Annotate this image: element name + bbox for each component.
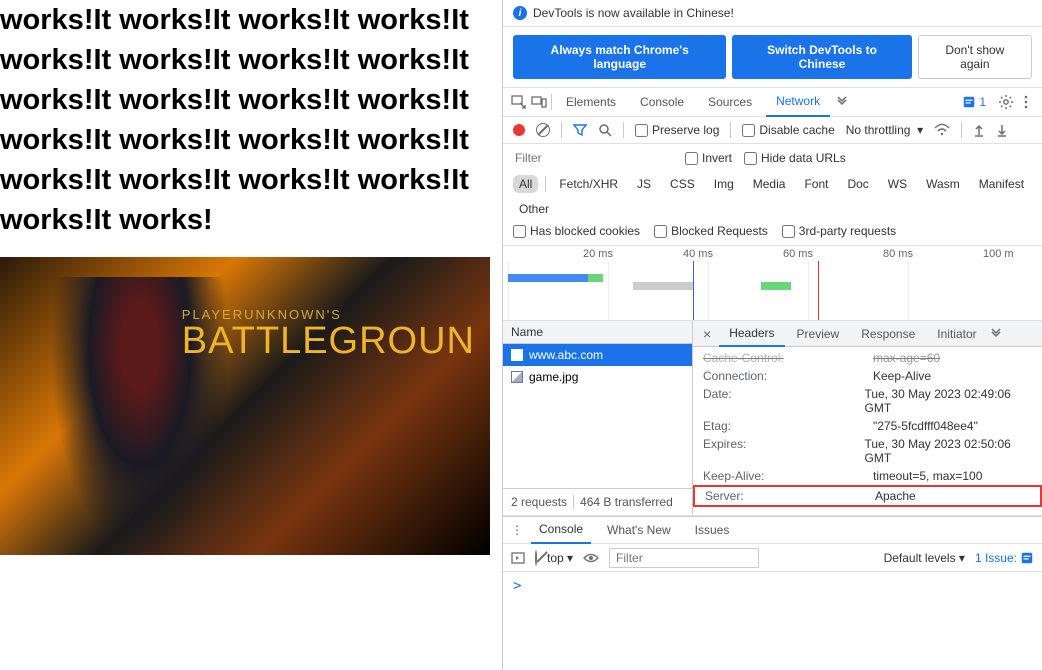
tab-network[interactable]: Network [766,87,830,117]
invert-checkbox[interactable]: Invert [685,151,732,165]
request-status-bar: 2 requests 464 B transferred [503,488,692,515]
switch-chinese-button[interactable]: Switch DevTools to Chinese [732,35,911,79]
dont-show-again-button[interactable]: Don't show again [918,35,1032,79]
image-icon [511,371,523,383]
kebab-icon[interactable] [1018,94,1034,110]
record-icon[interactable] [513,124,525,136]
filter-icon[interactable] [573,123,587,137]
info-icon: i [513,6,527,20]
filter-fetch[interactable]: Fetch/XHR [553,175,624,193]
details-tab-headers[interactable]: Headers [719,321,784,347]
live-expression-icon[interactable] [583,552,599,564]
close-details-icon[interactable]: × [697,326,717,342]
document-icon [511,349,523,361]
header-server-value: Apache [875,489,916,503]
tab-console[interactable]: Console [630,87,694,117]
clear-icon[interactable] [536,123,550,137]
request-name: www.abc.com [529,348,603,362]
network-filter-input[interactable] [513,147,673,169]
always-match-button[interactable]: Always match Chrome's language [513,35,726,79]
preserve-log-checkbox[interactable]: Preserve log [635,123,719,137]
tick-60ms: 60 ms [783,248,813,260]
console-prompt[interactable]: > [503,572,1042,600]
tick-20ms: 20 ms [583,248,613,260]
game-jpg-image: PLAYERUNKNOWN'S BATTLEGROUN [0,257,490,555]
context-select[interactable]: top ▾ [547,551,573,565]
header-connection-value: Keep-Alive [873,369,931,383]
console-filter-input[interactable] [609,548,759,568]
tick-40ms: 40 ms [683,248,713,260]
game-title: BATTLEGROUN [182,322,475,360]
header-keepalive-key: Keep-Alive: [703,469,873,483]
blocked-cookies-checkbox[interactable]: Has blocked cookies [513,224,640,238]
header-server-key: Server: [705,489,875,503]
disable-cache-checkbox[interactable]: Disable cache [742,123,834,137]
language-notice: i DevTools is now available in Chinese! [503,0,1042,27]
download-icon[interactable] [996,123,1008,137]
third-party-checkbox[interactable]: 3rd-party requests [782,224,896,238]
details-more-icon[interactable] [989,327,1003,341]
header-etag-key: Etag: [703,419,873,433]
log-levels-select[interactable]: Default levels ▾ [884,551,965,565]
settings-icon[interactable] [998,94,1014,110]
issues-indicator[interactable]: 1 [962,95,986,109]
request-row-selected[interactable]: www.abc.com [503,344,692,366]
request-details: × Headers Preview Response Initiator Cac… [693,321,1042,515]
filter-font[interactable]: Font [798,175,834,193]
search-icon[interactable] [598,123,612,137]
header-expires-key: Expires: [703,437,865,465]
filter-media[interactable]: Media [747,175,792,193]
filter-js[interactable]: JS [631,175,657,193]
header-etag-value: "275-5fcdfff048ee4" [873,419,978,433]
header-date-value: Tue, 30 May 2023 02:49:06 GMT [865,387,1033,415]
header-date-key: Date: [703,387,865,415]
page-content: works!It works!It works!It works!It work… [0,0,502,670]
drawer-tab-whatsnew[interactable]: What's New [599,517,679,544]
filter-img[interactable]: Img [708,175,740,193]
tab-elements[interactable]: Elements [556,87,626,117]
filter-manifest[interactable]: Manifest [973,175,1030,193]
filter-doc[interactable]: Doc [841,175,874,193]
upload-icon[interactable] [973,123,985,137]
more-tabs-icon[interactable] [834,94,850,110]
request-name: game.jpg [529,370,578,384]
notice-text: DevTools is now available in Chinese! [533,6,734,20]
header-connection-key: Connection: [703,369,873,383]
details-tab-initiator[interactable]: Initiator [927,321,986,347]
filter-other[interactable]: Other [513,200,555,218]
request-list: Name www.abc.com game.jpg 2 requests 464… [503,321,693,515]
timeline-overview[interactable]: 20 ms 40 ms 60 ms 80 ms 100 m [503,246,1042,321]
request-list-header[interactable]: Name [503,321,692,344]
throttling-select[interactable]: No throttling ▾ [846,123,923,137]
blocked-requests-checkbox[interactable]: Blocked Requests [654,224,768,238]
console-sidebar-icon[interactable] [511,551,525,565]
devtools-panel: i DevTools is now available in Chinese! … [502,0,1042,670]
request-row[interactable]: game.jpg [503,366,692,388]
details-tab-preview[interactable]: Preview [787,321,850,347]
header-keepalive-value: timeout=5, max=100 [873,469,982,483]
header-expires-value: Tue, 30 May 2023 02:50:06 GMT [865,437,1033,465]
filter-ws[interactable]: WS [882,175,913,193]
tick-80ms: 80 ms [883,248,913,260]
filter-all[interactable]: All [513,175,538,193]
drawer-kebab-icon[interactable]: ⋮ [511,523,523,537]
inspect-icon[interactable] [511,94,527,110]
console-clear-icon[interactable] [535,551,537,565]
tick-100ms: 100 m [983,248,1014,260]
filter-wasm[interactable]: Wasm [920,175,966,193]
details-tab-response[interactable]: Response [851,321,925,347]
device-icon[interactable] [531,94,547,110]
console-issue-link[interactable]: 1 Issue: [975,551,1034,565]
drawer-tab-console[interactable]: Console [531,517,591,544]
filter-css[interactable]: CSS [664,175,701,193]
tab-sources[interactable]: Sources [698,87,762,117]
hide-data-urls-checkbox[interactable]: Hide data URLs [744,151,846,165]
page-heading-text: works!It works!It works!It works!It work… [0,0,502,240]
drawer-tab-issues[interactable]: Issues [687,517,738,544]
wifi-icon[interactable] [934,123,950,137]
